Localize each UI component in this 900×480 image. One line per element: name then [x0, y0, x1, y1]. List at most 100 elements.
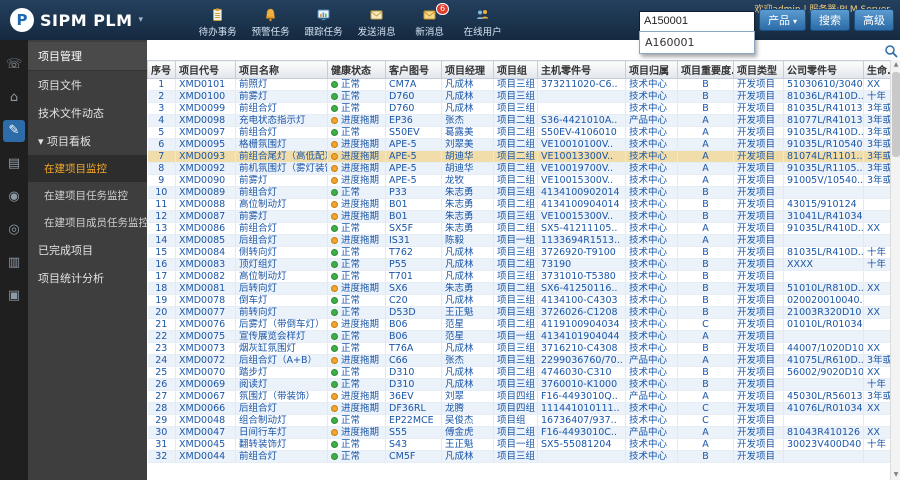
advanced-search-button[interactable]: 高级 — [854, 9, 894, 32]
globe-icon[interactable]: ◉ — [3, 186, 25, 208]
column-header-11[interactable]: 公司零件号 — [783, 60, 864, 79]
scrollbar-thumb[interactable] — [892, 72, 900, 157]
table-row[interactable]: 15 XMD0084 侧转向灯 正常 T762 凡成林 项目三组 3726920-T9100 技… — [147, 246, 890, 259]
table-row[interactable]: 8XMD0092前机氛围灯（雾灯装饰）进度拖期APE-5胡迪华项目二组VE100… — [147, 162, 890, 175]
scroll-up-icon[interactable]: ▲ — [891, 60, 900, 70]
column-header-10[interactable]: 项目类型 — [733, 60, 784, 79]
table-row[interactable]: 3 XMD0099 前组合灯 正常 D760 凡成林 项目三组 技术中心 B 开发项目 81035L… — [147, 102, 890, 115]
table-cell: 16736407/937.. — [537, 414, 626, 427]
table-row[interactable]: 26 XMD0069 阅读灯 正常 D310 凡成林 项目三组 3760010-K1000 技术… — [147, 378, 890, 391]
table-row[interactable]: 27 XMD0067 氛围灯（带装饰） 进度拖期 36EV 刘翠 项目四组 F16-44930… — [147, 390, 890, 403]
table-row[interactable]: 4 XMD0098 充电状态指示灯 进度拖期 EP36 张杰 项目二组 S36-4421010… — [147, 114, 890, 127]
table-row[interactable]: 14 XMD0085 后组合灯 进度拖期 IS31 陈毅 项目一组 1133694R1513.… — [147, 234, 890, 247]
table-cell: 正常 — [327, 90, 386, 103]
toolbar-item-online-users[interactable]: 在线用户 — [456, 3, 509, 38]
service-icon[interactable]: ☏ — [3, 54, 25, 76]
toolbar-item-new-message[interactable]: 新消息 6 — [403, 2, 456, 38]
table-row[interactable]: 2 XMD0100 前雾灯 正常 D760 凡成林 项目三组 技术中心 B 开发项目 81036L/… — [147, 90, 890, 103]
column-header-7[interactable]: 主机零件号 — [537, 60, 626, 79]
media-icon[interactable]: ▣ — [3, 285, 25, 307]
target-icon[interactable]: ◎ — [3, 219, 25, 241]
brand-menu[interactable]: P SIPM PLM ▾ — [10, 8, 143, 32]
table-row[interactable]: 1 XMD0101 前照灯 正常 CM7A 凡成林 项目三组 373211020-C6.. 技术… — [147, 78, 890, 91]
library-icon[interactable]: ▥ — [3, 252, 25, 274]
table-cell: 后转向灯 — [235, 282, 328, 295]
table-row[interactable]: 28 XMD0066 后组合灯 进度拖期 DF36RL 龙腾 项目四组 11144101011… — [147, 402, 890, 415]
table-cell: 项目二组 — [493, 126, 538, 139]
table-cell: 开发项目 — [733, 366, 784, 379]
sidebar-item-8[interactable]: 项目统计分析 — [28, 264, 147, 292]
toolbar-item-todo[interactable]: 待办事务 — [191, 3, 244, 38]
column-header-8[interactable]: 项目归属 — [625, 60, 678, 79]
table-cell — [863, 294, 890, 307]
column-header-9[interactable]: 项目重要度.. — [677, 60, 734, 79]
table-row[interactable]: 17 XMD0082 高位制动灯 正常 T701 凡成林 项目三组 3731010-T5380… — [147, 270, 890, 283]
table-row[interactable]: 25 XMD0070 踏步灯 正常 D310 凡成林 项目二组 4746030-C310 技术中… — [147, 366, 890, 379]
table-row[interactable]: 9 XMD0090 前雾灯 进度拖期 APE-5 龙牧 项目二组 VE10015300V.. 技… — [147, 174, 890, 187]
table-cell: 020020010040.. — [783, 294, 864, 307]
table-cell: 项目一组 — [493, 330, 538, 343]
table-row[interactable]: 32 XMD0044 前组合灯 正常 CM5F 凡成林 项目三组 技术中心 B 开发项目 — [147, 450, 890, 463]
sidebar-item-1[interactable]: 项目文件 — [28, 71, 147, 99]
table-row[interactable]: 21 XMD0076 后雾灯（带倒车灯） 进度拖期 B06 范星 项目二组 411910090… — [147, 318, 890, 331]
table-row[interactable]: 5 XMD0097 前组合灯 正常 S50EV 葛露美 项目二组 S50EV-4106010 技… — [147, 126, 890, 139]
table-cell: 前机氛围灯（雾灯装饰） — [235, 162, 328, 175]
column-header-6[interactable]: 项目组 — [493, 60, 538, 79]
toolbar-item-track[interactable]: 跟踪任务 — [297, 3, 350, 38]
table-cell: 前雾灯 — [235, 210, 328, 223]
sidebar-item-4[interactable]: 在建项目监控 — [28, 155, 147, 182]
sidebar-item-2[interactable]: 技术文件动态 — [28, 99, 147, 127]
table-row[interactable]: 12 XMD0087 前雾灯 进度拖期 B01 朱志勇 项目三组 VE10015300V.. 技… — [147, 210, 890, 223]
table-cell: 4134100-C4303 — [537, 294, 626, 307]
search-button[interactable]: 搜索 — [810, 9, 850, 32]
column-header-1[interactable]: 项目代号 — [175, 60, 236, 79]
table-cell: 12 — [147, 210, 176, 223]
global-search-input[interactable] — [638, 10, 755, 32]
column-header-4[interactable]: 客户图号 — [385, 60, 442, 79]
table-cell: 前组合灯 — [235, 450, 328, 463]
column-header-0[interactable]: 序号 — [147, 60, 176, 79]
sidebar-item-3[interactable]: ▾ 项目看板 — [28, 127, 147, 155]
search-category-select[interactable]: 产品 ▾ — [758, 9, 806, 32]
vertical-scrollbar[interactable]: ▲ ▼ — [890, 60, 900, 480]
column-header-12[interactable]: 生命.. — [863, 60, 890, 79]
table-cell: SX6-41250116.. — [537, 282, 626, 295]
scroll-down-icon[interactable]: ▼ — [891, 470, 900, 480]
toolbar-item-send-message[interactable]: 发送消息 — [350, 3, 403, 38]
table-row[interactable]: 18 XMD0081 后转向灯 进度拖期 SX6 朱志勇 项目二组 SX6-41250116.… — [147, 282, 890, 295]
home-icon[interactable]: ⌂ — [3, 87, 25, 109]
search-suggestion-item[interactable]: A160001 — [639, 32, 754, 53]
table-row[interactable]: 16 XMD0083 顶灯组灯 正常 P55 凡成林 项目二组 73190 技术中心 B 开发项目 X… — [147, 258, 890, 271]
table-row[interactable]: 23 XMD0073 烟灰缸氛围灯 正常 T76A 凡成林 项目三组 3716210-C430… — [147, 342, 890, 355]
table-row[interactable]: 20 XMD0077 前转向灯 正常 D53D 王正魁 项目三组 3726026-C1208 技… — [147, 306, 890, 319]
table-cell — [537, 450, 626, 463]
table-row[interactable]: 6 XMD0095 格栅氛围灯 进度拖期 APE-5 刘翠美 项目二组 VE10010100V… — [147, 138, 890, 151]
status-ok-icon — [331, 261, 338, 268]
table-row[interactable]: 10 XMD0089 前组合灯 正常 P33 朱志勇 项目三组 4134100902014 技术… — [147, 186, 890, 199]
column-header-5[interactable]: 项目经理 — [441, 60, 494, 79]
sidebar-item-7[interactable]: 已完成项目 — [28, 236, 147, 264]
table-row[interactable]: 29 XMD0048 组合制动灯 正常 EP22MCE 吴俊杰 项目组 16736407/93… — [147, 414, 890, 427]
table-cell: 91005V/10540.. — [783, 174, 864, 187]
sidebar-item-6[interactable]: 在建项目成员任务监控 — [28, 209, 147, 236]
table-row[interactable]: 19 XMD0078 倒车灯 正常 C20 凡成林 项目三组 4134100-C4303 技术中… — [147, 294, 890, 307]
column-header-3[interactable]: 健康状态 — [327, 60, 386, 79]
table-row[interactable]: 22 XMD0075 宣传展览会样灯 正常 B06 范星 项目一组 4134101904044… — [147, 330, 890, 343]
table-row[interactable]: 24 XMD0072 后组合灯（A+B） 进度拖期 C66 张杰 项目三组 229903676… — [147, 354, 890, 367]
column-header-2[interactable]: 项目名称 — [235, 60, 328, 79]
toolbar-item-alert[interactable]: 预警任务 — [244, 3, 297, 38]
table-row[interactable]: 31 XMD0045 翻转装饰灯 正常 S43 王正魁 项目一组 SX5-55081204 技术… — [147, 438, 890, 451]
edit-icon[interactable]: ✎ — [3, 120, 25, 142]
table-row[interactable]: 11 XMD0088 高位制动灯 进度拖期 B01 朱志勇 项目二组 413410090401… — [147, 198, 890, 211]
table-cell: 项目三组 — [493, 78, 538, 91]
table-row[interactable]: 13 XMD0086 前组合灯 正常 SX5F 朱志勇 项目二组 SX5-41211105..… — [147, 222, 890, 235]
table-cell: XMD0098 — [175, 114, 236, 127]
table-row[interactable]: 7 XMD0093 前组合尾灯（高低配） 进度拖期 APE-5 胡迪华 项目二组 VE1001… — [147, 150, 890, 163]
table-cell: DF36RL — [385, 402, 442, 415]
table-cell: 进度拖期 — [327, 390, 386, 403]
layers-icon[interactable]: ▤ — [3, 153, 25, 175]
sidebar-item-5[interactable]: 在建项目任务监控 — [28, 182, 147, 209]
table-cell: 开发项目 — [733, 318, 784, 331]
table-row[interactable]: 30 XMD0047 日间行车灯 进度拖期 S55 傅金虎 项目二组 F16-4493010C… — [147, 426, 890, 439]
sidebar-item-0[interactable]: 项目管理 — [28, 42, 147, 71]
